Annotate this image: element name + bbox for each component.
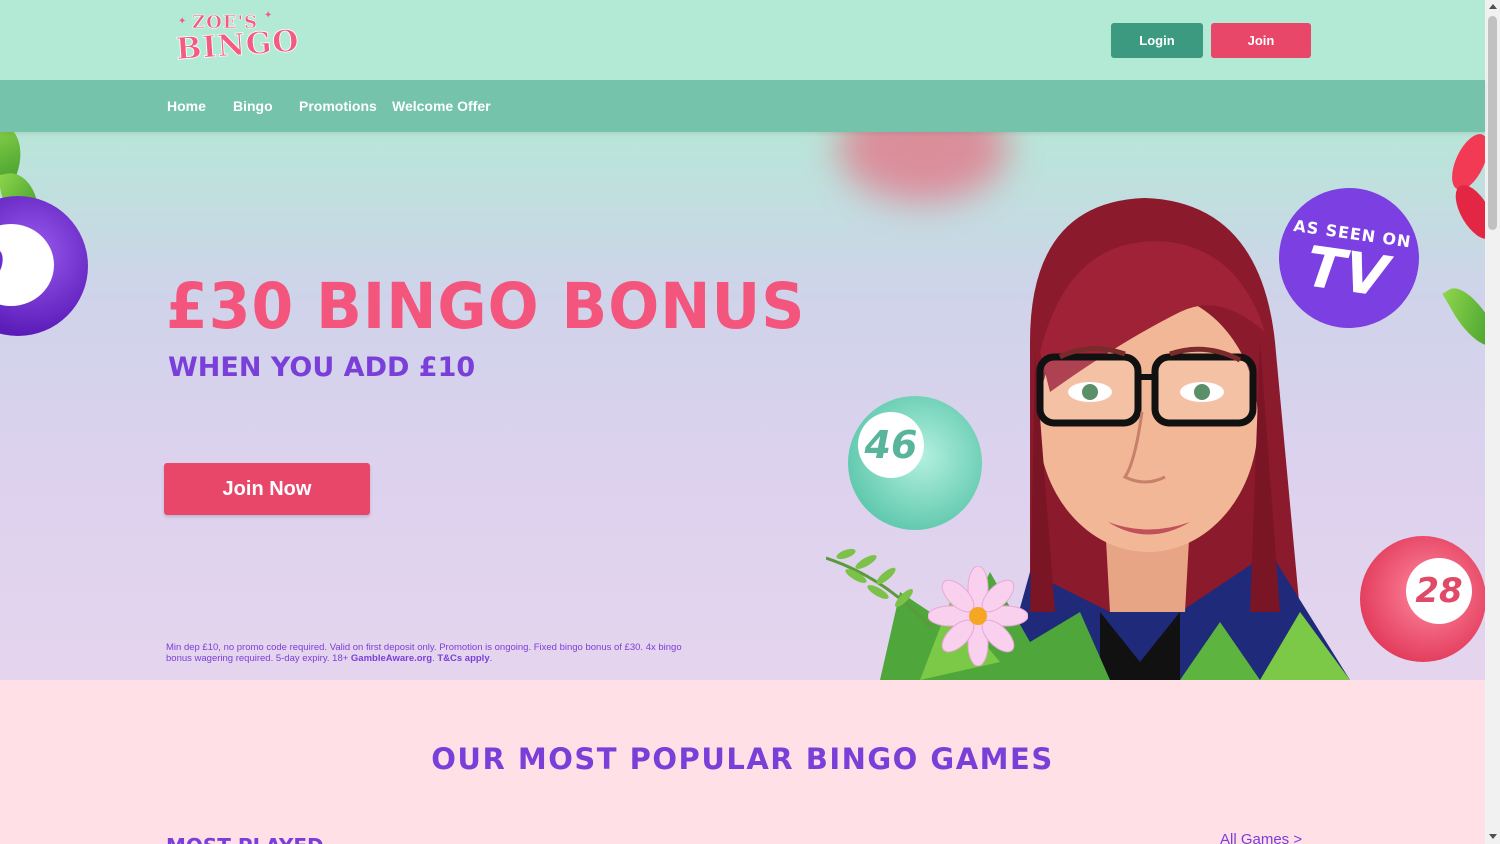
terms-text: Min dep £10, no promo code required. Val… xyxy=(166,642,696,664)
site-logo[interactable]: ✦ ✦ ZOE'S BINGO xyxy=(172,8,302,68)
nav-item-home[interactable]: Home xyxy=(167,98,206,114)
vertical-scrollbar[interactable] xyxy=(1485,0,1500,844)
scrollbar-thumb[interactable] xyxy=(1488,16,1497,230)
nav-item-welcome-offer[interactable]: Welcome Offer xyxy=(392,98,491,114)
bingo-ball-28: 28 xyxy=(1360,536,1485,662)
join-now-button[interactable]: Join Now xyxy=(164,463,370,515)
star-icon: ✦ xyxy=(264,10,273,21)
nav-item-promotions[interactable]: Promotions xyxy=(299,98,377,114)
tcs-link[interactable]: T&Cs apply xyxy=(437,653,489,664)
main-nav: Home Bingo Promotions Welcome Offer xyxy=(0,80,1485,132)
bingo-ball-number: 28 xyxy=(1406,558,1472,624)
section-title: OUR MOST POPULAR BINGO GAMES xyxy=(431,742,1054,776)
hero-banner: 9 £30 BINGO BONUS WHEN YOU ADD £10 Join … xyxy=(0,132,1485,680)
bingo-ball-46: 46 xyxy=(848,396,982,530)
scroll-down-arrow-icon[interactable] xyxy=(1489,834,1497,839)
logo-text-bottom: BINGO xyxy=(174,23,302,68)
bingo-ball-number: 46 xyxy=(858,412,924,478)
red-flower-decoration xyxy=(1452,134,1485,239)
star-icon: ✦ xyxy=(178,16,187,27)
nav-item-bingo[interactable]: Bingo xyxy=(233,98,273,114)
hero-subtitle: WHEN YOU ADD £10 xyxy=(168,352,476,383)
hero-title: £30 BINGO BONUS xyxy=(166,270,806,344)
fern-decoration xyxy=(826,548,933,630)
all-games-link[interactable]: All Games > xyxy=(1220,831,1302,844)
bingo-ball-9: 9 xyxy=(0,196,88,336)
top-header: ✦ ✦ ZOE'S BINGO Login Join xyxy=(0,0,1485,80)
terms-end: . xyxy=(489,653,493,664)
login-button[interactable]: Login xyxy=(1111,23,1203,58)
gambleaware-link[interactable]: GambleAware.org xyxy=(351,653,432,664)
join-button[interactable]: Join xyxy=(1211,23,1311,58)
flower-decoration xyxy=(928,566,1028,666)
bingo-ball-number: 9 xyxy=(0,224,54,306)
popular-games-section: OUR MOST POPULAR BINGO GAMES MOST PLAYED… xyxy=(0,680,1485,844)
most-played-heading: MOST PLAYED xyxy=(166,834,324,844)
scroll-up-arrow-icon[interactable] xyxy=(1489,4,1497,9)
leaf-decoration xyxy=(1442,279,1485,355)
